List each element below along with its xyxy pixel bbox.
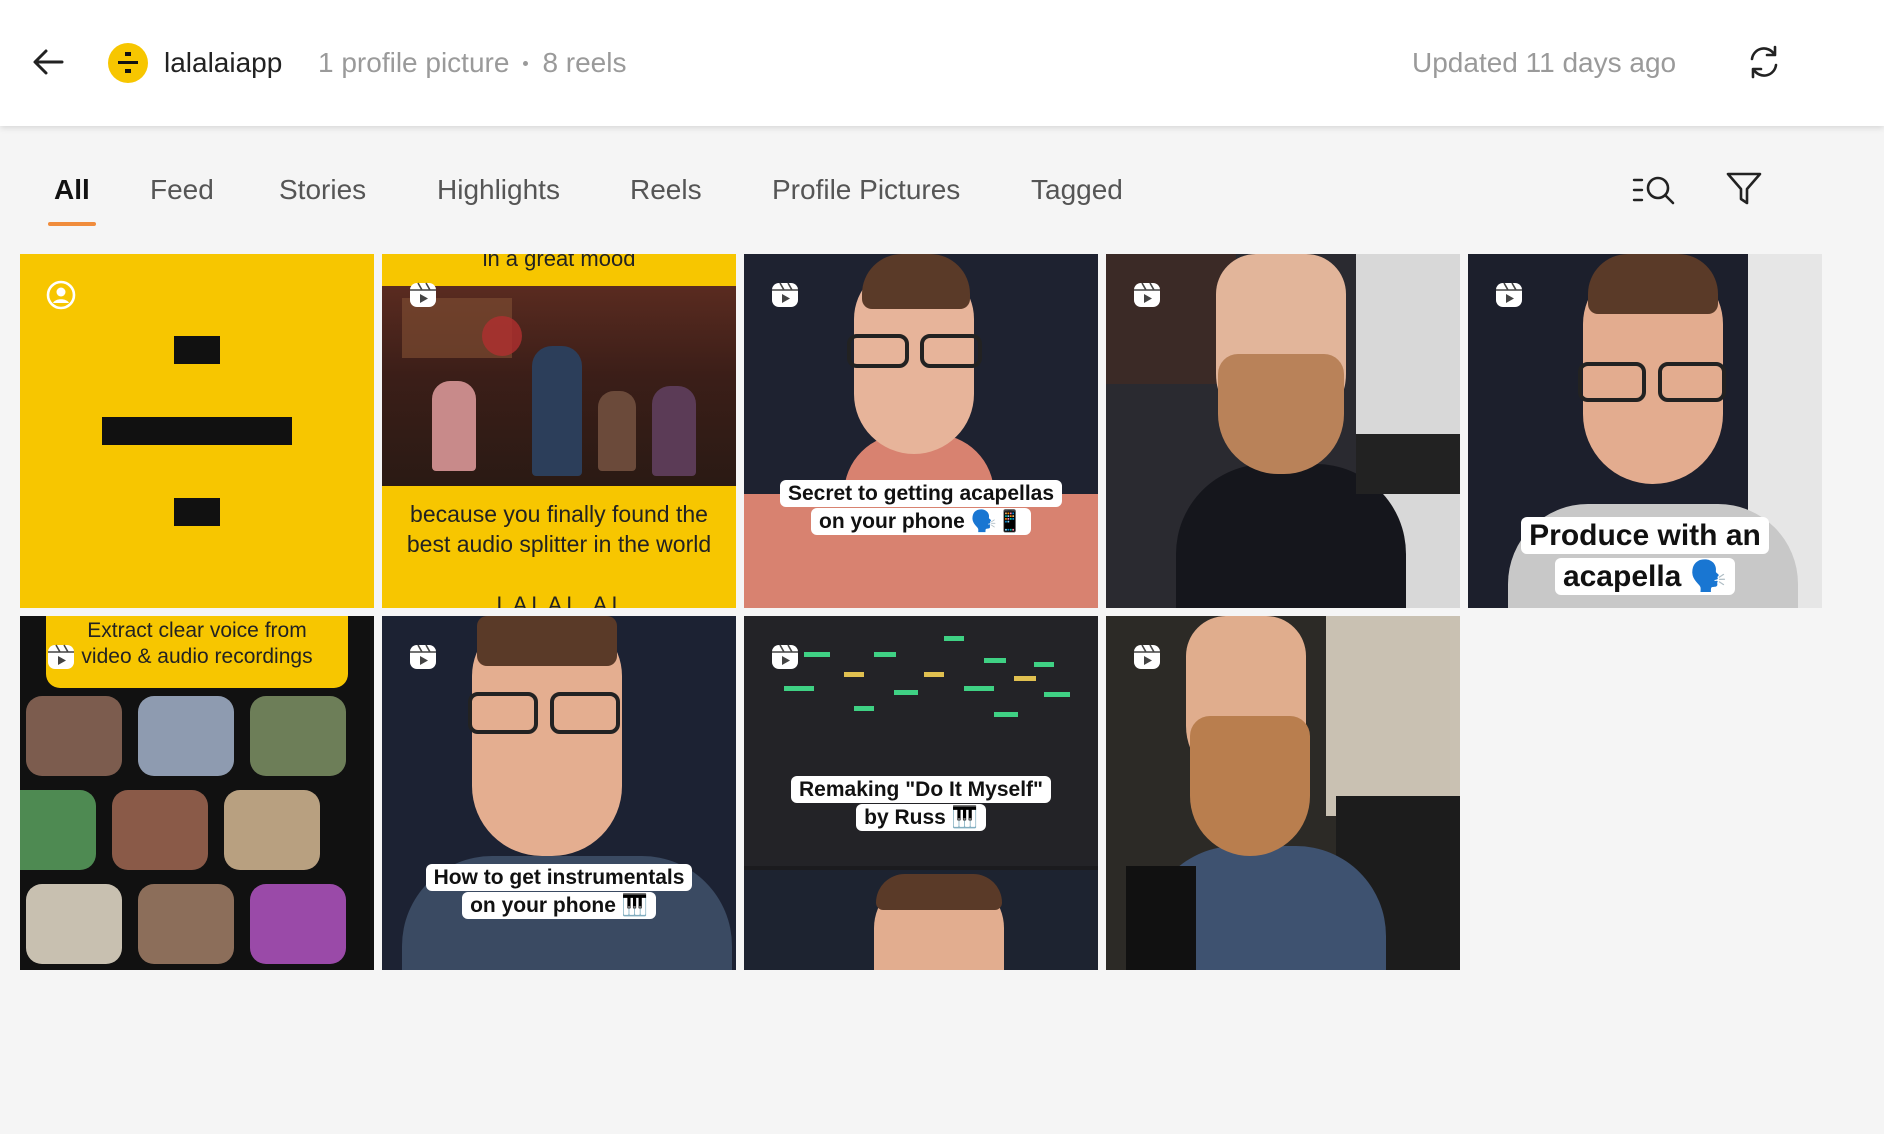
media-tile-reel[interactable]: Produce with an acapella 🗣️: [1468, 254, 1822, 608]
username: lalalaiapp: [164, 47, 283, 78]
tab-all[interactable]: All: [48, 174, 96, 226]
reel-icon: [48, 644, 74, 669]
reel-caption: How to get instrumentals on your phone 🎹: [399, 864, 719, 921]
separator-dot: [523, 60, 529, 66]
filter-icon: [1726, 172, 1762, 205]
reel-bottom-text: LALAL.AI: [496, 592, 622, 608]
media-counts: 1 profile picture 8 reels: [318, 47, 626, 79]
refresh-icon: [1750, 45, 1778, 79]
filter-button[interactable]: [1724, 170, 1764, 208]
tab-highlights[interactable]: Highlights: [437, 174, 560, 224]
refresh-button[interactable]: [1744, 42, 1784, 82]
tab-reels[interactable]: Reels: [630, 174, 702, 224]
reel-icon: [1134, 644, 1160, 669]
reels-count: 8 reels: [542, 47, 627, 78]
avatar: [108, 43, 148, 83]
reel-caption: Produce with an acapella 🗣️: [1485, 516, 1805, 597]
reel-icon: [410, 644, 436, 669]
divide-logo-icon: [102, 336, 292, 526]
media-tile-reel[interactable]: How to get instrumentals on your phone 🎹: [382, 616, 736, 970]
reel-caption: Remaking "Do It Myself" by Russ 🎹: [761, 776, 1081, 833]
reel-icon: [772, 282, 798, 307]
media-tile-reel[interactable]: [1106, 616, 1460, 970]
reel-icon: [410, 282, 436, 307]
profile-picture-count: 1 profile picture: [318, 47, 510, 78]
reel-icon: [1496, 282, 1522, 307]
media-tabs: All Feed Stories Highlights Reels Profil…: [0, 160, 1884, 230]
tab-feed[interactable]: Feed: [150, 174, 214, 224]
reel-icon: [1134, 282, 1160, 307]
tab-tagged[interactable]: Tagged: [1031, 174, 1123, 224]
reel-caption: Secret to getting acapellas on your phon…: [761, 480, 1081, 537]
reel-caption: because you finally found the best audio…: [406, 501, 712, 557]
media-tile-reel[interactable]: Secret to getting acapellas on your phon…: [744, 254, 1098, 608]
list-search-icon: [1632, 176, 1675, 205]
media-tile-profile-picture[interactable]: [20, 254, 374, 608]
media-tile-reel[interactable]: Remaking "Do It Myself" by Russ 🎹: [744, 616, 1098, 970]
reel-thumbnail-image: [382, 286, 736, 486]
media-tile-reel[interactable]: Extract clear voice from video & audio r…: [20, 616, 374, 970]
media-tile-reel[interactable]: in a great mood because you finally foun…: [382, 254, 736, 608]
reel-caption: Extract clear voice from video & audio r…: [81, 619, 313, 669]
divide-logo-icon: [118, 52, 138, 73]
top-bar: lalalaiapp 1 profile picture 8 reels Upd…: [0, 0, 1884, 126]
search-list-button[interactable]: [1632, 172, 1676, 208]
back-button[interactable]: [28, 42, 68, 82]
reel-thumbnail-image: [20, 696, 374, 970]
tab-profile-pictures[interactable]: Profile Pictures: [772, 174, 960, 224]
reel-icon: [772, 644, 798, 669]
tab-stories[interactable]: Stories: [279, 174, 366, 224]
arrow-left-icon: [33, 49, 64, 75]
updated-timestamp: Updated 11 days ago: [1412, 47, 1677, 78]
reel-top-text: in a great mood: [482, 254, 636, 271]
media-tile-reel[interactable]: [1106, 254, 1460, 608]
